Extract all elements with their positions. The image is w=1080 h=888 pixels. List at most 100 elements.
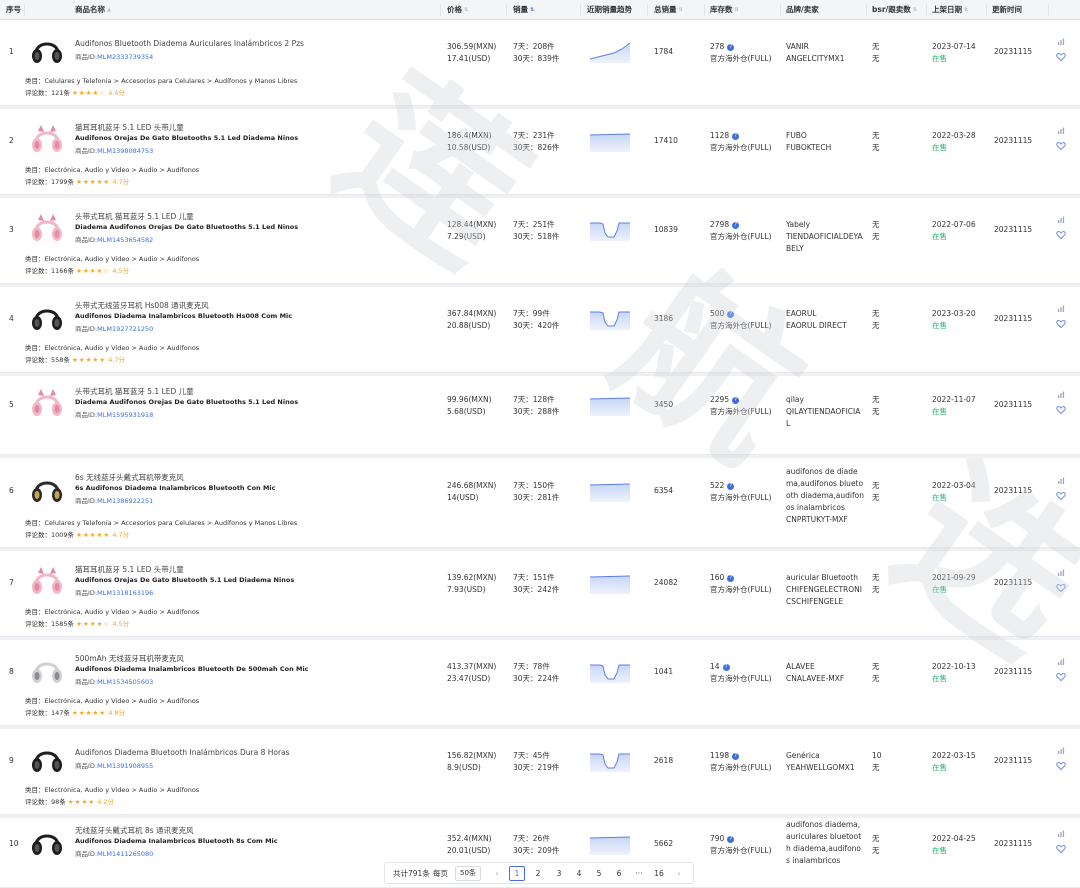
product-thumbnail[interactable]	[28, 124, 66, 156]
seller-name[interactable]: YEAHWELLGOMX1	[786, 762, 864, 774]
header-product-name[interactable]: 商品名称 ▲	[75, 0, 111, 20]
product-title[interactable]: 500mAh 无线蓝牙耳机带麦克风	[75, 653, 184, 664]
chart-icon[interactable]	[1056, 829, 1066, 839]
product-id-link[interactable]: MLM1386922251	[97, 497, 153, 505]
help-icon[interactable]: ?	[727, 44, 735, 51]
heart-icon[interactable]	[1056, 844, 1066, 854]
pagination-ellipsis[interactable]: ···	[631, 866, 647, 881]
seller-name[interactable]: EAORUL DIRECT	[786, 320, 864, 332]
sort-icon[interactable]: ⇅	[913, 0, 917, 20]
chart-icon[interactable]	[1056, 746, 1066, 756]
sales-trend-sparkline[interactable]	[589, 572, 631, 594]
help-icon[interactable]: ?	[732, 753, 740, 760]
seller-name[interactable]: CHIFENGELECTRONICSCHIFENGELE	[786, 584, 864, 608]
sales-trend-sparkline[interactable]	[589, 41, 631, 63]
table-row[interactable]: 5 头带式耳机 猫耳蓝牙 5.1 LED 儿童 Diadema Audifono…	[0, 376, 1080, 455]
page-button[interactable]: 2	[530, 866, 546, 881]
product-id-link[interactable]: MLM1411265080	[97, 850, 153, 858]
product-title[interactable]: Audifonos Diadema Bluetooth Inalámbricos…	[75, 748, 290, 757]
prev-page-button[interactable]: ‹	[489, 866, 505, 881]
header-sales[interactable]: 销量 ⇅	[513, 0, 534, 20]
header-total-sales[interactable]: 总销量 ⇅	[654, 0, 683, 20]
product-id-link[interactable]: MLM1453654582	[97, 236, 153, 244]
product-id-link[interactable]: MLM1595931918	[97, 411, 153, 419]
sort-desc-icon[interactable]: ⇅	[530, 0, 534, 20]
page-button[interactable]: 6	[611, 866, 627, 881]
heart-icon[interactable]	[1056, 583, 1066, 593]
help-icon[interactable]: ?	[732, 397, 740, 404]
page-button[interactable]: 1	[509, 866, 525, 881]
help-icon[interactable]: ?	[732, 133, 740, 140]
help-icon[interactable]: ?	[732, 222, 740, 229]
sales-trend-sparkline[interactable]	[589, 480, 631, 502]
table-row[interactable]: 4 头带式无线蓝牙耳机 Hs008 通讯麦克风 Audifonos Diadem…	[0, 287, 1080, 373]
table-row[interactable]: 8 500mAh 无线蓝牙耳机带麦克风 Audifonos Diadema In…	[0, 640, 1080, 726]
product-thumbnail[interactable]	[28, 213, 66, 245]
chart-icon[interactable]	[1056, 37, 1066, 47]
chart-icon[interactable]	[1056, 390, 1066, 400]
page-button[interactable]: 5	[591, 866, 607, 881]
product-id-link[interactable]: MLM1398084753	[97, 147, 153, 155]
page-button[interactable]: 16	[651, 866, 667, 881]
chart-icon[interactable]	[1056, 568, 1066, 578]
product-thumbnail[interactable]	[28, 302, 66, 334]
heart-icon[interactable]	[1056, 491, 1066, 501]
page-button[interactable]: 4	[571, 866, 587, 881]
sales-trend-sparkline[interactable]	[589, 394, 631, 416]
product-title[interactable]: 头带式无线蓝牙耳机 Hs008 通讯麦克风	[75, 300, 209, 311]
heart-icon[interactable]	[1056, 672, 1066, 682]
header-list-date[interactable]: 上架日期 ⇅	[932, 0, 968, 20]
product-title[interactable]: 猫耳耳机蓝牙 5.1 LED 头带儿童	[75, 564, 184, 575]
heart-icon[interactable]	[1056, 141, 1066, 151]
heart-icon[interactable]	[1056, 405, 1066, 415]
product-title[interactable]: 头带式耳机 猫耳蓝牙 5.1 LED 儿童	[75, 211, 194, 222]
product-id-link[interactable]: MLM1927721250	[97, 325, 153, 333]
page-button[interactable]: 3	[551, 866, 567, 881]
product-thumbnail[interactable]	[28, 474, 66, 506]
product-title[interactable]: 无线蓝牙头戴式耳机 8s 通讯麦克风	[75, 825, 193, 836]
sales-trend-sparkline[interactable]	[590, 308, 630, 330]
per-page-select[interactable]: 50条	[455, 866, 481, 881]
product-thumbnail[interactable]	[28, 655, 66, 687]
product-title[interactable]: 6s 无线蓝牙头戴式耳机带麦克风	[75, 472, 184, 483]
chart-icon[interactable]	[1056, 126, 1066, 136]
seller-name[interactable]: FUBOKTECH	[786, 142, 864, 154]
product-thumbnail[interactable]	[28, 744, 66, 776]
chart-icon[interactable]	[1056, 215, 1066, 225]
heart-icon[interactable]	[1056, 319, 1066, 329]
table-row[interactable]: 1 Audifonos Bluetooth Diadema Auriculare…	[0, 20, 1080, 106]
product-title[interactable]: Audifonos Bluetooth Diadema Auriculares …	[75, 39, 304, 48]
help-icon[interactable]: ?	[727, 311, 735, 318]
heart-icon[interactable]	[1056, 761, 1066, 771]
help-icon[interactable]: ?	[727, 836, 735, 843]
seller-name[interactable]: CNPRTUKYT-MXF	[786, 514, 864, 526]
sort-icon[interactable]: ⇅	[464, 0, 468, 20]
next-page-button[interactable]: ›	[671, 866, 687, 881]
product-thumbnail[interactable]	[28, 827, 66, 859]
sort-icon[interactable]: ⇅	[964, 0, 968, 20]
help-icon[interactable]: ?	[727, 483, 735, 490]
product-thumbnail[interactable]	[28, 388, 66, 420]
chart-icon[interactable]	[1056, 476, 1066, 486]
seller-name[interactable]: TIENDAOFICIALDEYABELY	[786, 231, 864, 255]
product-id-link[interactable]: MLM2333739354	[97, 53, 153, 61]
header-price[interactable]: 价格 ⇅	[447, 0, 468, 20]
sales-trend-sparkline[interactable]	[590, 219, 630, 241]
seller-name[interactable]: QILAYTIENDAOFICIAL	[786, 406, 864, 430]
help-icon[interactable]: ?	[727, 575, 735, 582]
seller-name[interactable]: ANGELCITYMX1	[786, 53, 864, 65]
product-id-link[interactable]: MLM1391908955	[97, 762, 153, 770]
product-id-link[interactable]: MLM1318163196	[97, 589, 153, 597]
sort-icon[interactable]: ⇅	[679, 0, 683, 20]
heart-icon[interactable]	[1056, 52, 1066, 62]
seller-name[interactable]: CNALAVEE-MXF	[786, 673, 864, 685]
product-title[interactable]: 头带式耳机 猫耳蓝牙 5.1 LED 儿童	[75, 386, 194, 397]
sales-trend-sparkline[interactable]	[590, 661, 630, 683]
help-icon[interactable]: ?	[722, 664, 730, 671]
sales-trend-sparkline[interactable]	[590, 750, 630, 772]
table-row[interactable]: 9 Audifonos Diadema Bluetooth Inalámbric…	[0, 729, 1080, 815]
table-row[interactable]: 2 猫耳耳机蓝牙 5.1 LED 头带儿童 Audifonos Orejas D…	[0, 109, 1080, 195]
sales-trend-sparkline[interactable]	[589, 833, 631, 855]
heart-icon[interactable]	[1056, 230, 1066, 240]
product-thumbnail[interactable]	[28, 35, 66, 67]
